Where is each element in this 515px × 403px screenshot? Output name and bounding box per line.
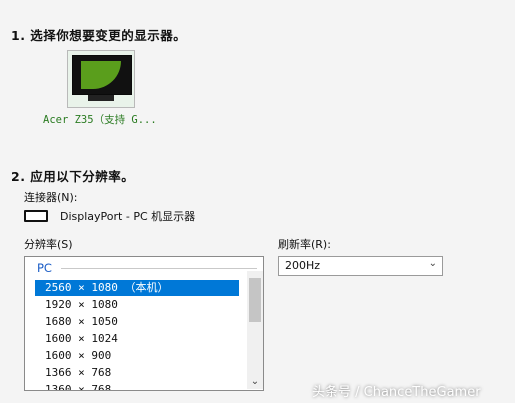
resolution-group-pc: PC (37, 261, 52, 275)
scroll-down-arrow-icon[interactable]: ⌄ (250, 377, 260, 387)
display-monitor-tile[interactable] (67, 50, 135, 108)
monitor-screen (72, 55, 132, 95)
group-divider (61, 268, 257, 269)
refresh-rate-select[interactable]: 200Hz ⌄ (278, 256, 443, 276)
resolution-item[interactable]: 1600 × 1024 (35, 331, 239, 347)
displayport-icon (24, 210, 48, 222)
resolution-item[interactable]: 1680 × 1050 (35, 314, 239, 330)
connector-label: 连接器(N): (24, 191, 78, 204)
scrollbar-thumb[interactable] (249, 278, 261, 322)
resolution-item[interactable]: 1920 × 1080 (35, 297, 239, 313)
resolution-scrollbar[interactable]: ⌄ (247, 271, 263, 389)
resolution-item[interactable]: 1600 × 900 (35, 348, 239, 364)
resolution-item[interactable]: 1360 × 768 (35, 382, 239, 390)
resolution-list[interactable]: PC 2560 × 1080 （本机） 1920 × 1080 1680 × 1… (24, 256, 264, 391)
resolution-item[interactable]: 1366 × 768 (35, 365, 239, 381)
section2-title: 2. 应用以下分辨率。 (11, 169, 135, 184)
resolution-label: 分辨率(S) (24, 238, 73, 251)
display-label[interactable]: Acer Z35（支持 G... (43, 112, 157, 127)
watermark: 头条号 / ChanceTheGamer (312, 385, 481, 400)
chevron-down-icon: ⌄ (428, 258, 437, 269)
section1-title: 1. 选择你想要变更的显示器。 (11, 28, 187, 43)
refresh-rate-value: 200Hz (285, 259, 321, 272)
nvidia-logo-icon (81, 61, 121, 89)
refresh-label: 刷新率(R): (278, 238, 331, 251)
connector-value: DisplayPort - PC 机显示器 (60, 210, 196, 223)
resolution-item[interactable]: 2560 × 1080 （本机） (35, 280, 239, 296)
monitor-stand (88, 95, 114, 101)
